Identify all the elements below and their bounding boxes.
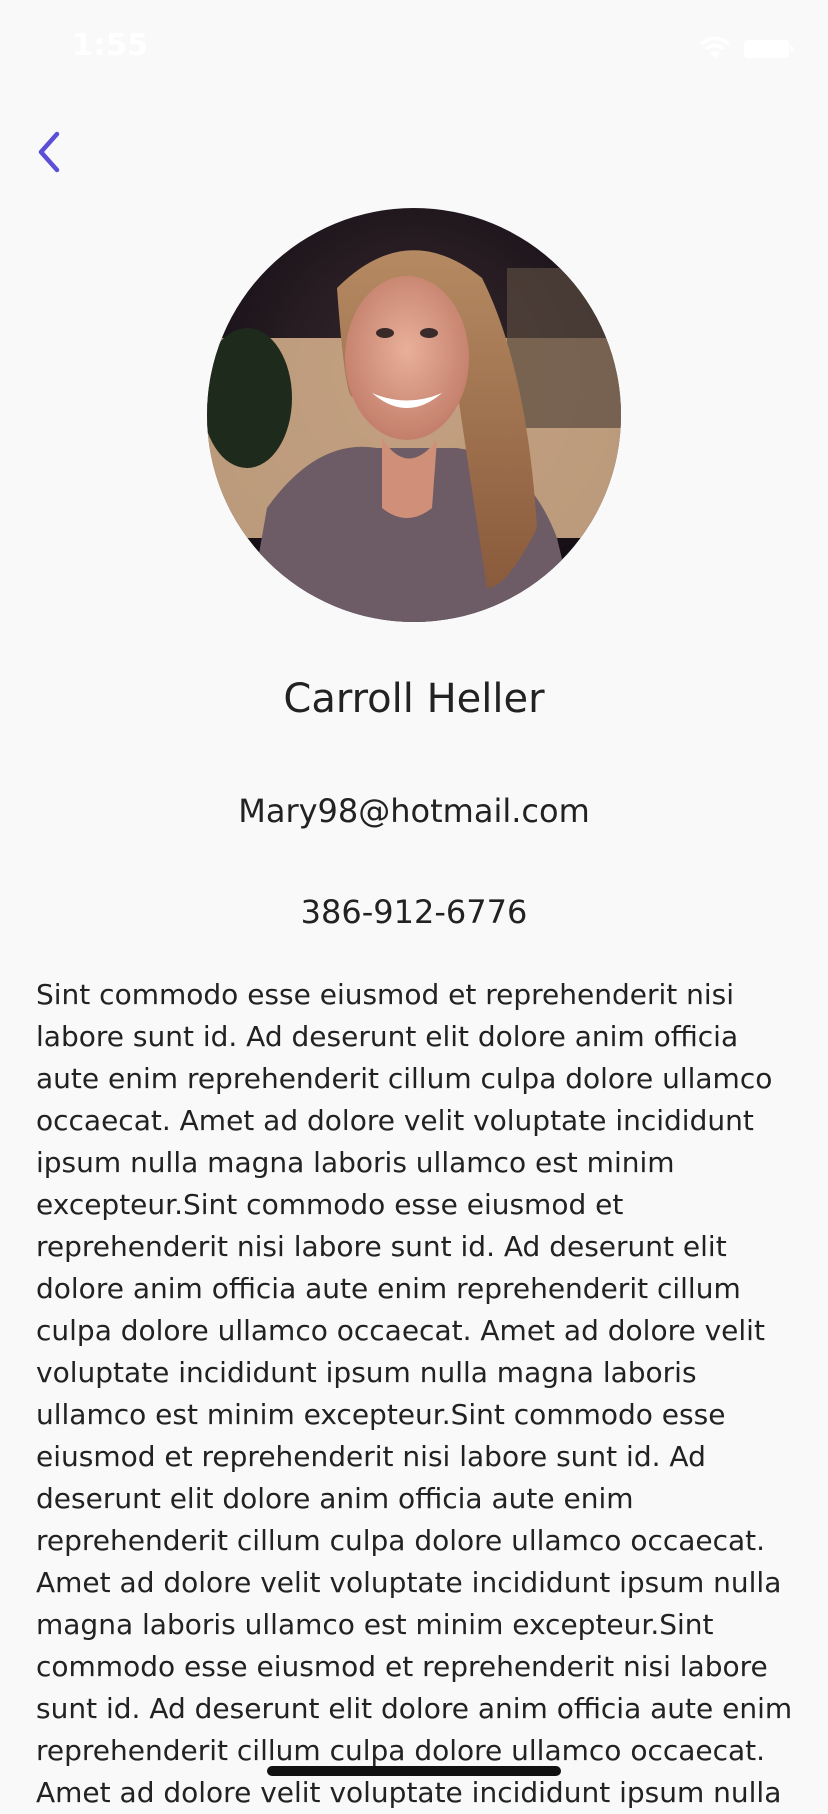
profile-phone: 386-912-6776 [300,893,528,931]
back-button[interactable] [20,124,80,184]
battery-icon [744,40,794,58]
profile-name: Carroll Heller [283,676,545,722]
wifi-icon [698,36,732,60]
profile-bio: Sint commodo esse eiusmod et reprehender… [36,978,793,1809]
avatar [207,208,621,622]
status-bar: 1:55 [0,0,828,96]
profile-email: Mary98@hotmail.com [238,792,590,830]
status-time: 1:55 [72,28,149,63]
home-indicator[interactable] [267,1766,561,1776]
chevron-left-icon [35,130,65,178]
